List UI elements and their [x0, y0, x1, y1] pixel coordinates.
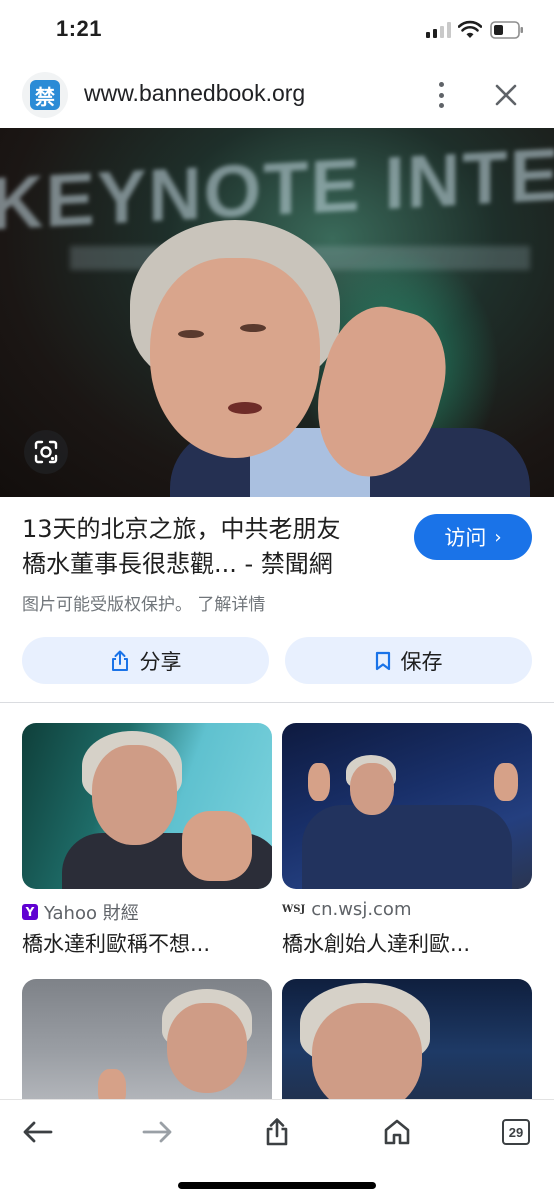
google-lens-button[interactable] — [24, 430, 68, 474]
status-bar: 1:21 — [0, 0, 554, 62]
related-title-2[interactable]: 橋水創始人達利歐... — [282, 928, 470, 958]
arrow-back-icon — [23, 1121, 53, 1143]
save-label: 保存 — [400, 649, 443, 674]
battery-icon — [490, 21, 523, 39]
divider — [0, 702, 554, 703]
related-image-4[interactable] — [282, 979, 532, 1100]
copyright-notice: 图片可能受版权保护。 了解详情 — [22, 595, 266, 615]
lens-icon — [34, 440, 58, 464]
related-source-2: WSJ cn.wsj.com — [282, 899, 412, 920]
site-favicon[interactable]: 禁 — [22, 72, 68, 118]
close-icon[interactable] — [492, 81, 520, 109]
share-page-button[interactable] — [255, 1110, 299, 1154]
tab-count: 29 — [502, 1119, 530, 1145]
related-image-3[interactable] — [22, 979, 272, 1100]
visit-button[interactable]: 访问 › — [414, 514, 532, 560]
back-button[interactable] — [16, 1110, 60, 1154]
tabs-button[interactable]: 29 — [494, 1110, 538, 1154]
cellular-signal-icon — [426, 22, 452, 38]
bookmark-icon — [375, 651, 390, 670]
wifi-icon — [458, 20, 482, 38]
url-bar: 禁 www.bannedbook.org — [0, 66, 554, 128]
result-title-line2: 橋水董事長很悲觀... — [22, 550, 237, 578]
result-title-line1: 13天的北京之旅，中共老朋友 — [22, 515, 341, 543]
more-vert-icon[interactable] — [428, 80, 454, 110]
share-button[interactable]: 分享 — [22, 637, 269, 684]
status-time: 1:21 — [56, 16, 103, 41]
chevron-right-icon: › — [494, 526, 502, 548]
related-source-1: Y Yahoo 財經 — [22, 899, 139, 925]
home-icon — [384, 1119, 410, 1145]
related-image-1[interactable] — [22, 723, 272, 889]
person-face — [150, 258, 320, 458]
arrow-forward-icon — [142, 1121, 172, 1143]
related-image-2[interactable] — [282, 723, 532, 889]
share-icon — [111, 650, 128, 671]
share-label: 分享 — [139, 649, 182, 674]
forward-button[interactable] — [135, 1110, 179, 1154]
home-button[interactable] — [375, 1110, 419, 1154]
bottom-toolbar: 29 — [0, 1100, 554, 1200]
yahoo-icon: Y — [22, 904, 38, 920]
result-title[interactable]: 13天的北京之旅，中共老朋友 橋水董事長很悲觀... - 禁聞網 — [22, 512, 392, 582]
wsj-icon: WSJ — [282, 904, 306, 915]
home-indicator — [178, 1182, 376, 1189]
save-button[interactable]: 保存 — [285, 637, 532, 684]
page-url[interactable]: www.bannedbook.org — [84, 80, 305, 107]
site-favicon-glyph: 禁 — [30, 80, 60, 110]
result-source-name: 禁聞網 — [260, 550, 333, 578]
learn-more-link[interactable]: 了解详情 — [197, 595, 265, 615]
hero-image[interactable]: KEYNOTE INTERVIEW — [0, 128, 554, 497]
share-icon — [266, 1118, 288, 1146]
visit-label: 访问 — [444, 526, 487, 550]
related-title-1[interactable]: 橋水達利歐稱不想... — [22, 928, 210, 958]
